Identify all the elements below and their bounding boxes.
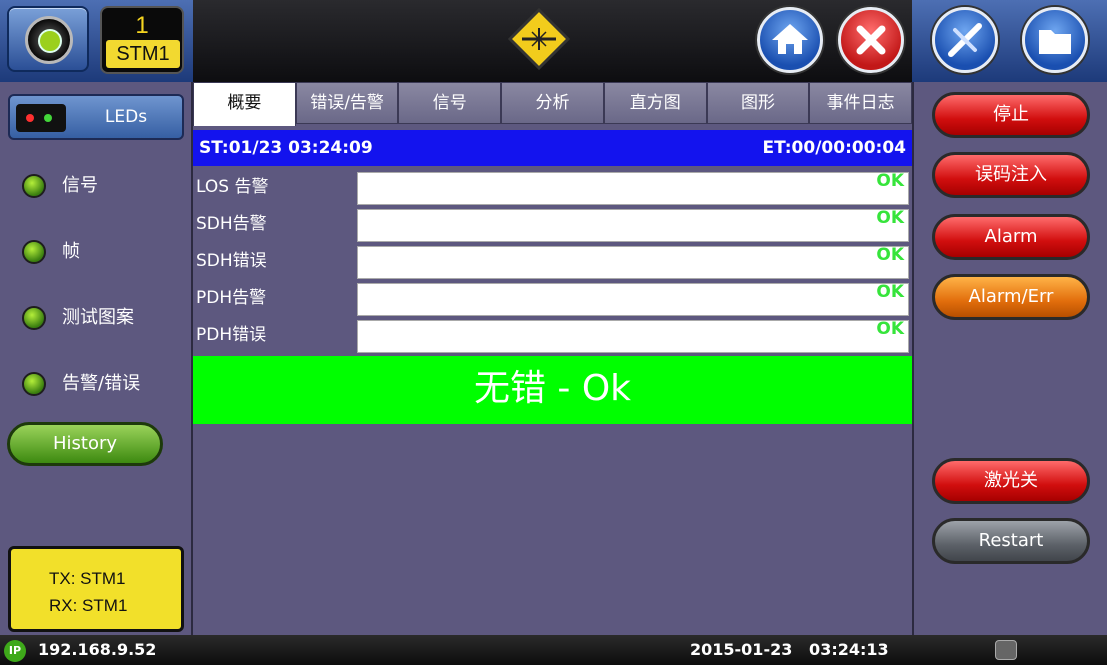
laser-off-button[interactable]: 激光关	[932, 458, 1090, 504]
ip-address: 192.168.9.52	[38, 640, 157, 659]
tx-label: TX: STM1	[49, 569, 126, 588]
veex-logo-icon	[25, 16, 73, 64]
tab-graph[interactable]: 图形	[706, 82, 810, 124]
led-green-icon	[22, 372, 46, 396]
laser-warning-icon[interactable]	[507, 7, 571, 71]
stop-button[interactable]: 停止	[932, 92, 1090, 138]
start-time: ST:01/23 03:24:09	[199, 138, 373, 158]
led-label: 帧	[62, 241, 80, 262]
led-signal: 信号	[22, 168, 182, 200]
tools-icon	[948, 23, 982, 57]
status-value: OK	[876, 245, 904, 265]
led-frame: 帧	[22, 234, 182, 266]
tab-bar: 概要 错误/告警 信号 分析 直方图 图形 事件日志	[193, 82, 913, 126]
tab-event-log[interactable]: 事件日志	[809, 82, 913, 124]
status-row-los-alarm: LOS 告警 OK	[193, 170, 912, 206]
port-label: STM1	[106, 40, 180, 68]
top-right-panel	[912, 0, 1107, 82]
status-row-pdh-alarm: PDH告警 OK	[193, 281, 912, 317]
history-button[interactable]: History	[7, 422, 163, 466]
led-test-pattern: 测试图案	[22, 300, 182, 332]
status-field: OK	[357, 171, 909, 205]
led-label: 告警/错误	[62, 373, 141, 394]
datetime: 2015-01-23 03:24:13	[690, 640, 889, 659]
led-label: 测试图案	[62, 307, 134, 328]
leds-button[interactable]: LEDs	[8, 94, 184, 140]
status-label: SDH错误	[196, 251, 267, 271]
status-label: LOS 告警	[196, 177, 269, 197]
summary-result: 无错 - Ok	[193, 356, 912, 424]
tab-histogram[interactable]: 直方图	[603, 82, 707, 124]
close-icon	[856, 25, 886, 55]
network-icon[interactable]	[995, 640, 1017, 660]
port-number: 1	[135, 12, 149, 39]
status-label: PDH错误	[196, 325, 267, 345]
led-indicator-icon	[16, 104, 66, 132]
rx-label: RX: STM1	[49, 596, 128, 615]
right-sidebar: 停止 误码注入 Alarm Alarm/Err 激光关 Restart	[912, 82, 1107, 635]
status-value: OK	[876, 282, 904, 302]
left-sidebar: LEDs 信号 帧 测试图案 告警/错误 History TX: STM1 RX…	[0, 82, 193, 635]
close-button[interactable]	[838, 7, 904, 73]
tab-errors-alarms[interactable]: 错误/告警	[295, 82, 399, 124]
status-row-pdh-error: PDH错误 OK	[193, 318, 912, 354]
elapsed-time: ET:00/00:00:04	[762, 138, 906, 158]
tab-analysis[interactable]: 分析	[501, 82, 604, 124]
status-bar: IP 192.168.9.52 2015-01-23 03:24:13	[0, 635, 1107, 665]
status-value: OK	[876, 171, 904, 191]
app-logo-button[interactable]	[7, 6, 89, 72]
tx-rx-status[interactable]: TX: STM1 RX: STM1	[8, 546, 184, 632]
led-alarm-error: 告警/错误	[22, 366, 182, 398]
led-green-icon	[22, 240, 46, 264]
status-value: OK	[876, 319, 904, 339]
status-field: OK	[357, 208, 909, 242]
top-left-panel: 1 STM1	[0, 0, 193, 82]
led-green-icon	[22, 306, 46, 330]
alarm-err-button[interactable]: Alarm/Err	[932, 274, 1090, 320]
time-bar: ST:01/23 03:24:09 ET:00/00:00:04	[193, 130, 912, 166]
status-field: OK	[357, 282, 909, 316]
status-field: OK	[357, 245, 909, 279]
error-inject-button[interactable]: 误码注入	[932, 152, 1090, 198]
top-bar: 1 STM1	[0, 0, 1107, 82]
tab-summary[interactable]: 概要	[193, 82, 296, 126]
home-button[interactable]	[757, 7, 823, 73]
status-label: PDH告警	[196, 288, 267, 308]
led-green-icon	[22, 174, 46, 198]
tools-button[interactable]	[932, 7, 998, 73]
folder-icon	[1039, 30, 1071, 54]
restart-button[interactable]: Restart	[932, 518, 1090, 564]
files-button[interactable]	[1022, 7, 1088, 73]
leds-label: LEDs	[104, 107, 148, 127]
status-label: SDH告警	[196, 214, 267, 234]
status-row-sdh-alarm: SDH告警 OK	[193, 207, 912, 243]
home-icon	[772, 24, 808, 54]
alarm-button[interactable]: Alarm	[932, 214, 1090, 260]
ip-icon: IP	[4, 640, 26, 662]
port-badge[interactable]: 1 STM1	[100, 6, 184, 74]
main-panel: 概要 错误/告警 信号 分析 直方图 图形 事件日志 ST:01/23 03:2…	[193, 82, 913, 635]
status-field: OK	[357, 319, 909, 353]
led-label: 信号	[62, 175, 98, 196]
status-value: OK	[876, 208, 904, 228]
tab-signal[interactable]: 信号	[398, 82, 502, 124]
status-row-sdh-error: SDH错误 OK	[193, 244, 912, 280]
